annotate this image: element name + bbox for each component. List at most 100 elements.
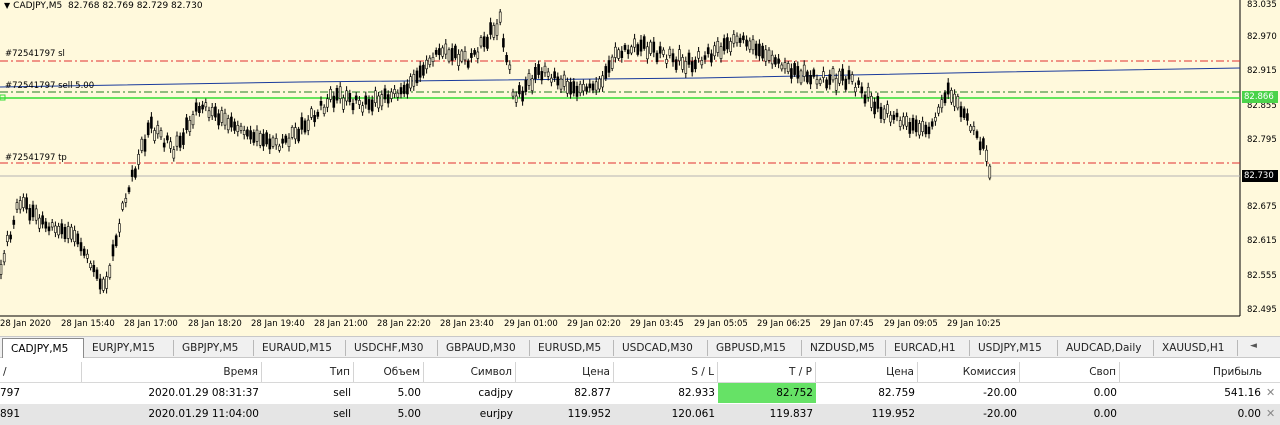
- candle-body: [582, 84, 585, 92]
- candle-body: [633, 38, 636, 48]
- tab-eurjpy-m15[interactable]: EURJPY,M15: [84, 340, 174, 356]
- candle-body: [767, 49, 771, 61]
- tab-eurusd-m5[interactable]: EURUSD,M5: [530, 340, 614, 356]
- candle-body: [559, 78, 563, 90]
- candle-body: [54, 225, 57, 233]
- dropdown-triangle-icon[interactable]: ▼: [4, 1, 10, 10]
- candle-body: [223, 112, 227, 126]
- candle-body: [950, 90, 953, 103]
- candle-body: [703, 55, 707, 60]
- column-header-commission[interactable]: Комиссия: [918, 362, 1020, 382]
- candle-body: [204, 102, 208, 108]
- column-header-current-price[interactable]: Цена: [816, 362, 918, 382]
- column-header-price[interactable]: Цена: [516, 362, 614, 382]
- candle-body: [233, 121, 236, 131]
- tab-gbpusd-m15[interactable]: GBPUSD,M15: [708, 340, 802, 356]
- candle-body: [748, 40, 752, 50]
- column-header-symbol[interactable]: Символ: [424, 362, 516, 382]
- candle-body: [780, 64, 784, 70]
- close-icon[interactable]: ✕: [1266, 383, 1275, 403]
- candle-body: [911, 118, 915, 131]
- candle-body: [815, 79, 819, 85]
- candle-body: [470, 52, 473, 58]
- table-row[interactable]: 891 2020.01.29 11:04:00 sell 5.00 eurjpy…: [0, 404, 1280, 425]
- candle-body: [876, 96, 880, 109]
- candle-body: [601, 75, 604, 88]
- candle-body: [495, 23, 499, 36]
- tab-euraud-m15[interactable]: EURAUD,M15: [254, 340, 346, 356]
- candle-body: [505, 54, 508, 63]
- candle-body: [92, 264, 96, 273]
- column-header-order[interactable]: /: [0, 362, 82, 382]
- candle-body: [646, 46, 649, 60]
- left-arrow-icon[interactable]: ◄: [1250, 341, 1257, 351]
- candle-body: [441, 47, 444, 57]
- order-tp: 119.837: [769, 408, 813, 420]
- candle-body: [905, 116, 908, 127]
- candle-body: [322, 106, 326, 114]
- candlestick-group: [0, 9, 992, 295]
- candle-body: [799, 70, 803, 84]
- candle-body: [294, 127, 297, 140]
- candle-body: [438, 48, 441, 56]
- chart-canvas[interactable]: [0, 0, 1280, 336]
- candle-body: [185, 117, 188, 131]
- column-header-profit[interactable]: Прибыль: [1120, 362, 1280, 382]
- candle-body: [274, 138, 278, 146]
- candle-body: [450, 48, 454, 61]
- candle-body: [537, 64, 540, 75]
- candle-body: [297, 128, 300, 142]
- time-tick: 28 Jan 19:40: [251, 319, 305, 329]
- candle-body: [892, 114, 896, 120]
- candle-body: [249, 130, 252, 140]
- candle-body: [610, 56, 614, 69]
- order-sl: 82.933: [678, 387, 715, 399]
- tab-gbpaud-m30[interactable]: GBPAUD,M30: [438, 340, 530, 356]
- tab-usdjpy-m15[interactable]: USDJPY,M15: [970, 340, 1058, 356]
- tab-nzdusd-m5[interactable]: NZDUSD,M5: [802, 340, 886, 356]
- candle-body: [924, 124, 928, 135]
- column-header-type[interactable]: Тип: [262, 362, 354, 382]
- candle-body: [668, 48, 672, 56]
- table-row[interactable]: 797 2020.01.29 08:31:37 sell 5.00 cadjpy…: [0, 383, 1280, 405]
- order-volume: 5.00: [397, 408, 421, 420]
- candle-body: [658, 46, 662, 54]
- candle-body: [265, 132, 268, 145]
- candle-body: [479, 37, 483, 47]
- column-header-tp[interactable]: T / P: [718, 362, 816, 382]
- candle-body: [351, 103, 355, 111]
- candle-body: [150, 116, 153, 129]
- candle-body: [9, 234, 12, 240]
- candle-body: [572, 81, 576, 94]
- candle-body: [118, 223, 121, 233]
- tab-usdcad-m30[interactable]: USDCAD,M30: [614, 340, 708, 356]
- price-tick: 83.035: [1247, 0, 1277, 10]
- candle-body: [166, 135, 169, 141]
- column-header-swap[interactable]: Своп: [1020, 362, 1120, 382]
- column-header-time[interactable]: Время: [82, 362, 262, 382]
- candle-body: [898, 120, 902, 127]
- candle-body: [15, 202, 19, 210]
- candle-body: [252, 132, 256, 143]
- candle-body: [6, 235, 9, 242]
- tab-xauusd-h1[interactable]: XAUUSD,H1: [1154, 340, 1238, 356]
- candle-body: [255, 129, 259, 142]
- candle-body: [716, 40, 720, 53]
- close-icon[interactable]: ✕: [1266, 404, 1275, 424]
- column-header-sl[interactable]: S / L: [614, 362, 718, 382]
- candle-body: [652, 41, 656, 53]
- tab-audcad-daily[interactable]: AUDCAD,Daily: [1058, 340, 1154, 356]
- candle-body: [41, 215, 44, 225]
- candle-body: [895, 112, 899, 118]
- candle-body: [930, 121, 934, 127]
- tab-usdchf-m30[interactable]: USDCHF,M30: [346, 340, 438, 356]
- tab-gbpjpy-m5[interactable]: GBPJPY,M5: [174, 340, 254, 356]
- tab-eurcad-h1[interactable]: EURCAD,H1: [886, 340, 970, 356]
- candle-body: [454, 45, 457, 59]
- candle-body: [73, 230, 76, 242]
- column-header-volume[interactable]: Объем: [354, 362, 424, 382]
- candle-body: [194, 102, 198, 112]
- tab-cadjpy-m5[interactable]: CADJPY,M5: [2, 338, 84, 358]
- price-chart[interactable]: ▼ CADJPY,M5 82.768 82.769 82.729 82.730 #…: [0, 0, 1280, 336]
- candle-body: [604, 66, 608, 79]
